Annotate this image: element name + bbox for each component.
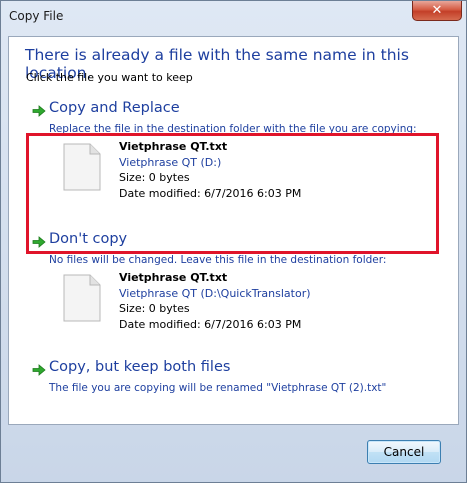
file-size: Size: 0 bytes	[119, 302, 190, 315]
green-right-arrow-icon	[32, 105, 46, 117]
cancel-button[interactable]: Cancel	[367, 440, 441, 464]
file-date-modified: Date modified: 6/7/2016 6:03 PM	[119, 317, 302, 331]
file-info: Vietphrase QT.txt Vietphrase QT (D:\Quic…	[119, 270, 311, 332]
file-name: Vietphrase QT.txt	[119, 271, 228, 284]
option-description: The file you are copying will be renamed…	[49, 382, 387, 394]
highlight-box	[26, 133, 439, 254]
close-icon: ✕	[431, 3, 443, 18]
title-bar: Copy File ✕	[1, 1, 466, 37]
dialog-content: There is already a file with the same na…	[8, 36, 459, 425]
close-button[interactable]: ✕	[412, 1, 462, 21]
file-location: Vietphrase QT (D:\QuickTranslator)	[119, 286, 311, 300]
window-title: Copy File	[9, 9, 64, 23]
option-title: Copy and Replace	[49, 100, 180, 116]
copy-file-dialog: Copy File ✕ There is already a file with…	[0, 0, 467, 483]
text-file-icon	[63, 274, 101, 322]
green-right-arrow-icon	[32, 364, 46, 376]
option-title: Copy, but keep both files	[49, 359, 231, 375]
option-description: No files will be changed. Leave this fil…	[49, 254, 387, 266]
dialog-subheading: Click the file you want to keep	[26, 71, 193, 84]
